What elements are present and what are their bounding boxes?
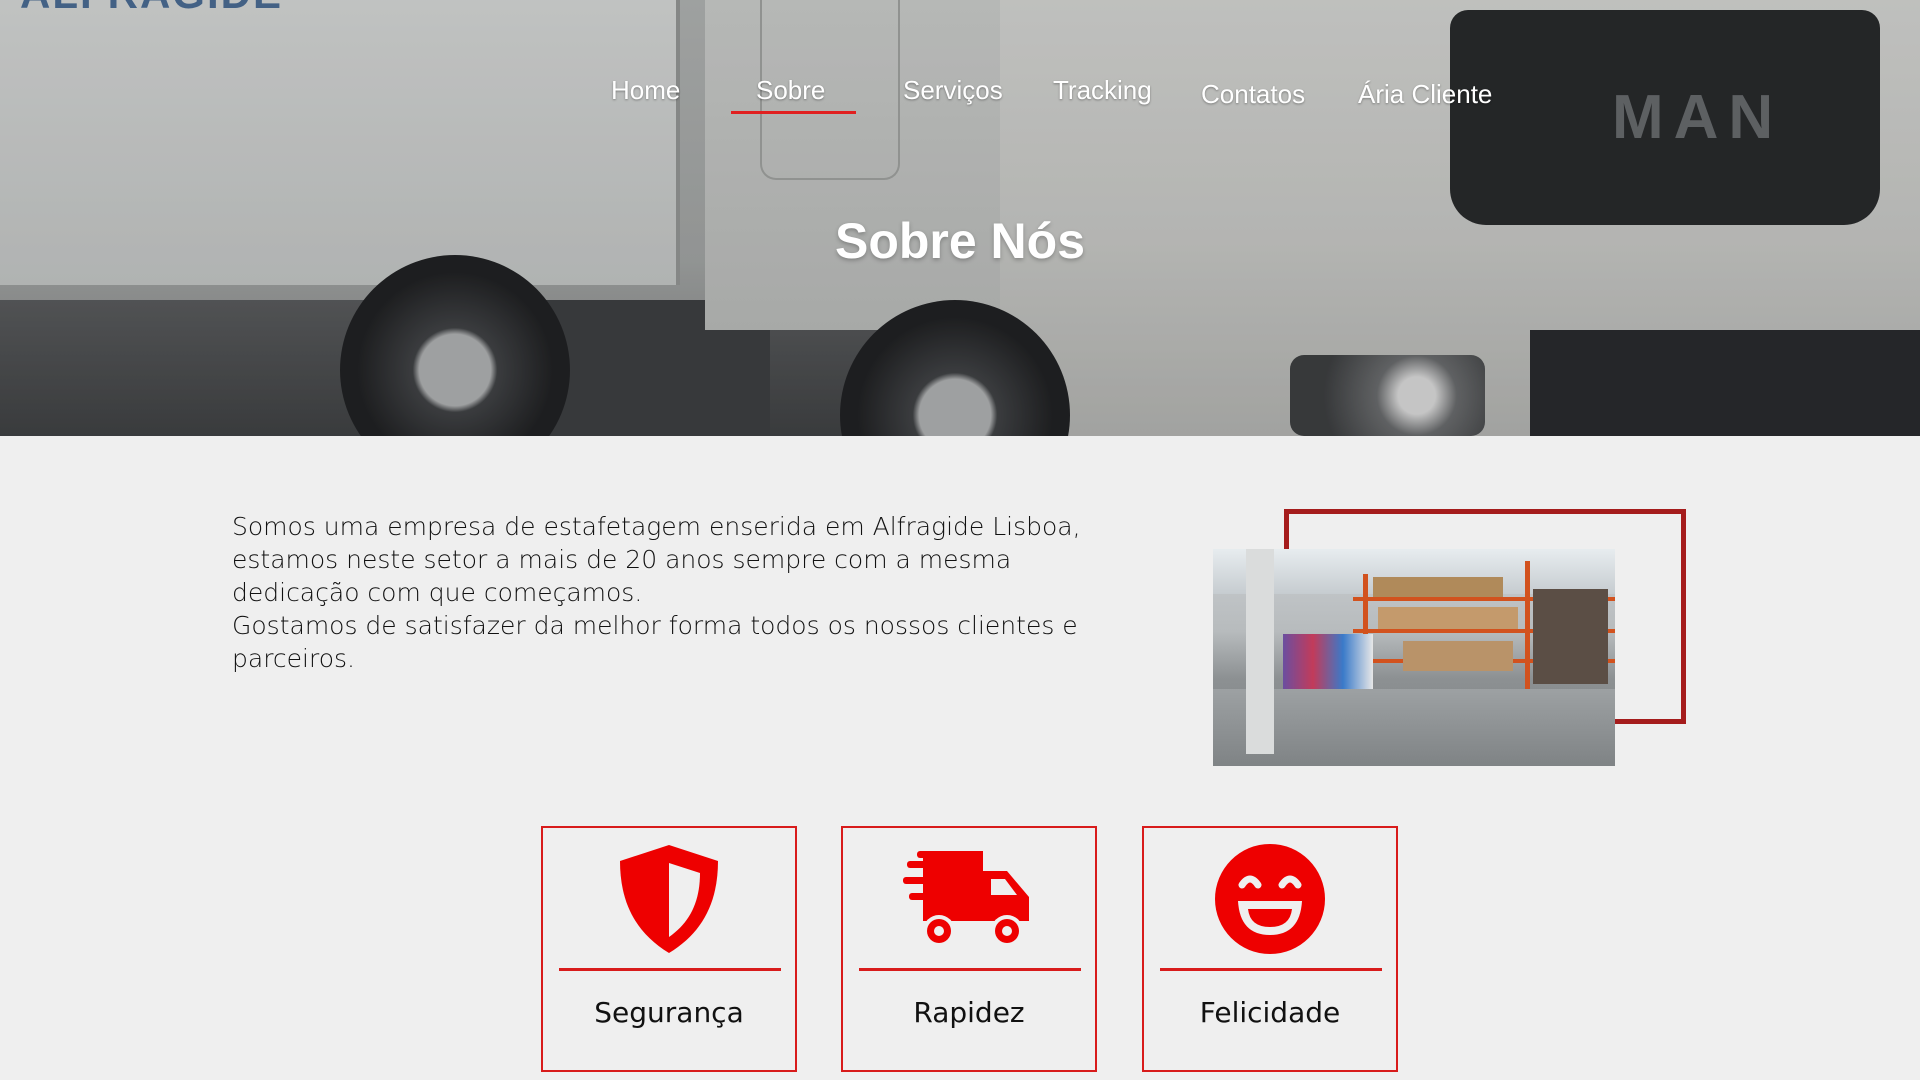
nav-home[interactable]: Home bbox=[611, 75, 680, 106]
warehouse-photo bbox=[1213, 549, 1615, 766]
nav-area-cliente[interactable]: Ária Cliente bbox=[1358, 79, 1492, 110]
nav-active-indicator bbox=[731, 111, 856, 114]
feature-label: Rapidez bbox=[913, 996, 1025, 1029]
about-paragraph: Somos uma empresa de estafetagem enserid… bbox=[232, 512, 1081, 607]
smile-icon bbox=[1144, 840, 1396, 958]
feature-card-felicidade: Felicidade bbox=[1142, 826, 1398, 1072]
about-text: Somos uma empresa de estafetagem enserid… bbox=[232, 510, 1112, 675]
nav-servicos[interactable]: Serviços bbox=[903, 75, 1003, 106]
nav-contatos[interactable]: Contatos bbox=[1201, 79, 1305, 110]
page-title: Sobre Nós bbox=[834, 213, 1086, 269]
feature-card-rapidez: Rapidez bbox=[841, 826, 1097, 1072]
main-nav: Home Sobre Serviços Tracking Contatos Ár… bbox=[0, 0, 1920, 140]
hero-banner: ALFRAGIDE MAN Home Sobre Serviços Tracki… bbox=[0, 0, 1920, 436]
shield-icon bbox=[543, 840, 795, 958]
fast-truck-icon bbox=[843, 840, 1095, 958]
nav-sobre[interactable]: Sobre bbox=[756, 75, 825, 106]
nav-tracking[interactable]: Tracking bbox=[1053, 75, 1152, 106]
feature-label: Felicidade bbox=[1199, 996, 1341, 1029]
feature-card-seguranca: Segurança bbox=[541, 826, 797, 1072]
about-paragraph: Gostamos de satisfazer da melhor forma t… bbox=[232, 611, 1078, 673]
feature-label: Segurança bbox=[594, 996, 744, 1029]
